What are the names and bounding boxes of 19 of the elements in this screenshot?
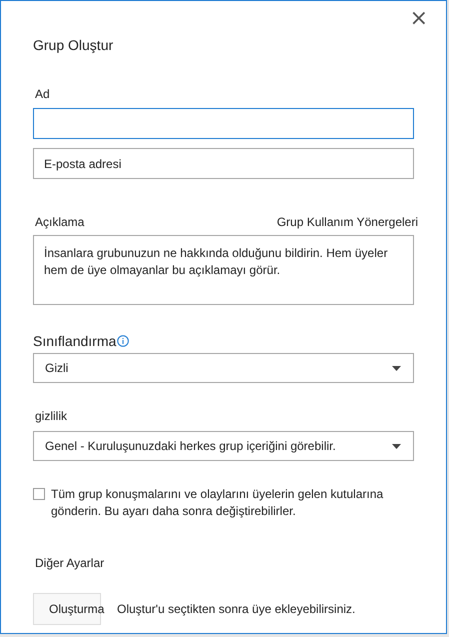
- dialog-title: Grup Oluştur: [33, 37, 114, 53]
- field-label: gizlilik: [35, 409, 68, 423]
- info-icon[interactable]: [117, 335, 130, 347]
- checkbox-label: Tüm grup konuşmalarını ve olaylarını üyelerin gelen kutularına gönderin. Bu ayarı daha sonra değiştirebilirler.: [51, 486, 384, 520]
- close-button[interactable]: ×: [406, 7, 432, 31]
- caret-icon: [392, 366, 401, 370]
- email-field[interactable]: E-posta adresi: [33, 148, 414, 179]
- checkbox[interactable]: [33, 488, 45, 500]
- description-field[interactable]: İnsanlara grubunuzun ne hakkında olduğunu bildirin. Hem üyeler hem de üye olmayanlar bu açıklamayı görür.: [33, 235, 414, 305]
- name-field[interactable]: [33, 108, 414, 139]
- field-label: Sınıflandırma: [33, 333, 116, 349]
- dropdown[interactable]: Genel - Kuruluşunuzdaki herkes grup içeriğini görebilir.: [33, 431, 414, 461]
- field-label: Açıklama: [35, 215, 84, 229]
- hint-text: Oluştur'u seçtikten sonra üye ekleyebilirsiniz.: [117, 602, 356, 616]
- caret-icon: [392, 444, 401, 448]
- field-label: Ad: [35, 87, 51, 101]
- guidelines-link[interactable]: Grup Kullanım Yönergeleri: [276, 215, 418, 229]
- dropdown[interactable]: Gizli: [33, 353, 414, 383]
- more-settings-label: Diğer Ayarlar: [35, 556, 106, 570]
